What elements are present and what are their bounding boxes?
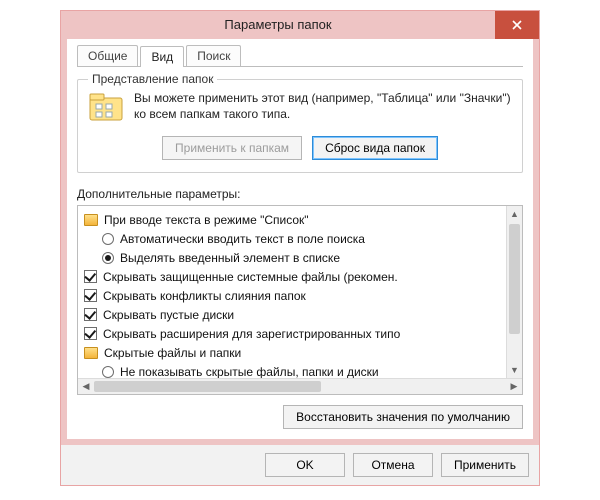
tree-item-label: Скрывать расширения для зарегистрированн…	[103, 327, 400, 341]
reset-folder-views-button[interactable]: Сброс вида папок	[312, 136, 438, 160]
restore-defaults-button[interactable]: Восстановить значения по умолчанию	[283, 405, 523, 429]
checkbox-icon	[84, 289, 97, 302]
tree-item-label: Скрывать защищенные системные файлы (рек…	[103, 270, 398, 284]
close-icon	[512, 20, 522, 30]
tree-chk-hide-merge[interactable]: Скрывать конфликты слияния папок	[84, 286, 520, 305]
checkbox-icon	[84, 308, 97, 321]
tree-radio-dont-show-hidden[interactable]: Не показывать скрытые файлы, папки и дис…	[84, 362, 520, 378]
dialog-title: Параметры папок	[61, 11, 495, 39]
ok-button[interactable]: OK	[265, 453, 345, 477]
tabstrip: Общие Вид Поиск	[77, 43, 523, 67]
radio-icon	[102, 366, 114, 378]
checkbox-icon	[84, 327, 97, 340]
folder-views-desc: Вы можете применить этот вид (например, …	[134, 90, 512, 122]
advanced-label: Дополнительные параметры:	[77, 187, 523, 201]
scroll-thumb[interactable]	[94, 381, 321, 392]
tree-item-label: Скрывать пустые диски	[103, 308, 234, 322]
dialog-footer: OK Отмена Применить	[61, 445, 539, 485]
cancel-button[interactable]: Отмена	[353, 453, 433, 477]
tree-chk-hide-ext[interactable]: Скрывать расширения для зарегистрированн…	[84, 324, 520, 343]
tree-chk-hide-empty[interactable]: Скрывать пустые диски	[84, 305, 520, 324]
tree-view[interactable]: При вводе текста в режиме "Список" Автом…	[78, 206, 522, 378]
radio-icon	[102, 233, 114, 245]
apply-button[interactable]: Применить	[441, 453, 529, 477]
tab-search[interactable]: Поиск	[186, 45, 241, 66]
dialog-body: Общие Вид Поиск Представление папок Вы м…	[67, 39, 533, 439]
tree-chk-hide-protected[interactable]: Скрывать защищенные системные файлы (рек…	[84, 267, 520, 286]
tree-item-label: При вводе текста в режиме "Список"	[104, 213, 309, 227]
tree-group-hidden: Скрытые файлы и папки	[84, 343, 520, 362]
horizontal-scrollbar[interactable]: ◀ ▶	[78, 378, 522, 394]
folder-icon	[84, 214, 98, 226]
advanced-settings-tree: При вводе текста в режиме "Список" Автом…	[77, 205, 523, 395]
tab-general[interactable]: Общие	[77, 45, 138, 66]
tree-item-label: Выделять введенный элемент в списке	[120, 251, 340, 265]
close-button[interactable]	[495, 11, 539, 39]
folder-views-group: Представление папок Вы можете применить …	[77, 79, 523, 173]
checkbox-icon	[84, 270, 97, 283]
scroll-right-icon[interactable]: ▶	[506, 381, 522, 392]
folder-views-legend: Представление папок	[88, 72, 217, 86]
folder-icon	[84, 347, 98, 359]
tree-radio-search-box[interactable]: Автоматически вводить текст в поле поиск…	[84, 229, 520, 248]
radio-icon	[102, 252, 114, 264]
titlebar: Параметры папок	[61, 11, 539, 39]
scroll-down-icon[interactable]: ▼	[507, 362, 522, 378]
folder-options-dialog: Параметры папок Общие Вид Поиск Представ…	[60, 10, 540, 486]
vertical-scrollbar[interactable]: ▲ ▼	[506, 206, 522, 378]
scroll-left-icon[interactable]: ◀	[78, 381, 94, 392]
scroll-up-icon[interactable]: ▲	[507, 206, 522, 222]
tree-group-list-mode: При вводе текста в режиме "Список"	[84, 210, 520, 229]
tree-item-label: Скрытые файлы и папки	[104, 346, 241, 360]
apply-to-folders-button: Применить к папкам	[162, 136, 302, 160]
tree-item-label: Скрывать конфликты слияния папок	[103, 289, 306, 303]
tab-view[interactable]: Вид	[140, 46, 184, 67]
tree-radio-select-item[interactable]: Выделять введенный элемент в списке	[84, 248, 520, 267]
scroll-thumb[interactable]	[509, 224, 520, 334]
tree-item-label: Автоматически вводить текст в поле поиск…	[120, 232, 365, 246]
folder-views-icon	[88, 90, 124, 126]
tree-item-label: Не показывать скрытые файлы, папки и дис…	[120, 365, 379, 379]
